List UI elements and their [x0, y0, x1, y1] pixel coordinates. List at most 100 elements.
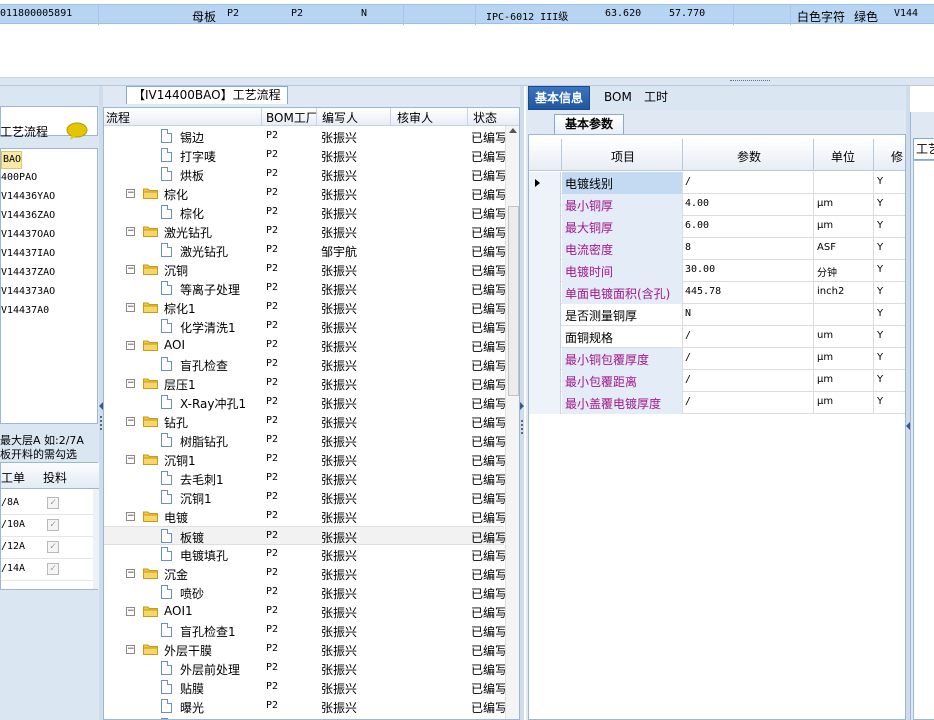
- tab-basic-info[interactable]: 基本信息: [528, 86, 591, 110]
- list-item[interactable]: V14437OAO: [1, 227, 55, 245]
- param-value-cell[interactable]: /: [685, 396, 691, 407]
- tree-row[interactable]: − AOI P2 张振兴 已编写: [104, 336, 505, 355]
- tree-row[interactable]: 喷砂 P2 张振兴 已编写: [104, 583, 505, 602]
- param-row[interactable]: 是否测量铜厚 N Y: [529, 304, 905, 326]
- col-work-order[interactable]: 工单: [1, 469, 25, 486]
- tree-row[interactable]: − 外层干膜 P2 张振兴 已编写: [104, 640, 505, 659]
- feed-checkbox[interactable]: ✓: [47, 497, 59, 509]
- tree-row[interactable]: − 激光钻孔 P2 张振兴 已编写: [104, 222, 505, 241]
- table-row[interactable]: /10A ✓: [1, 515, 93, 537]
- collapse-toggle-icon[interactable]: −: [126, 417, 135, 426]
- tree-row[interactable]: 棕化 P2 张振兴 已编写: [104, 203, 505, 222]
- row-indicator[interactable]: [529, 282, 561, 304]
- tree-row[interactable]: 电镀填孔 P2 张振兴 已编写: [104, 545, 505, 564]
- param-row[interactable]: 最小铜厚 4.00 μm Y: [529, 194, 905, 216]
- table-row[interactable]: /8A ✓: [1, 493, 93, 515]
- param-value-cell[interactable]: /: [685, 330, 691, 341]
- tree-row[interactable]: 显影P2张振兴已编写: [104, 716, 504, 719]
- tree-row[interactable]: − 钻孔 P2 张振兴 已编写: [104, 412, 505, 431]
- list-item[interactable]: V14436YAO: [1, 189, 55, 207]
- tree-row[interactable]: 盲孔检查1 P2 张振兴 已编写: [104, 621, 505, 640]
- row-indicator[interactable]: [529, 392, 561, 414]
- tree-row[interactable]: 等离子处理 P2 张振兴 已编写: [104, 279, 505, 298]
- top-selected-row[interactable]: 011800005891 母板 P2 P2 N IPC-6012 III级 63…: [0, 4, 934, 25]
- row-indicator[interactable]: [529, 304, 561, 326]
- collapse-toggle-icon[interactable]: −: [126, 341, 135, 350]
- tab-bom[interactable]: BOM: [598, 86, 638, 110]
- col-bom[interactable]: BOM工厂: [266, 109, 318, 126]
- col-feed[interactable]: 投料: [43, 469, 67, 486]
- param-row[interactable]: 最小盖覆电镀厚度 / μm Y: [529, 392, 905, 414]
- chat-bubble-icon[interactable]: [66, 122, 88, 140]
- tree-row[interactable]: − 电镀 P2 张振兴 已编写: [104, 507, 505, 526]
- list-item[interactable]: BAO: [1, 151, 23, 169]
- tree-row[interactable]: 树脂钻孔 P2 张振兴 已编写: [104, 431, 505, 450]
- collapse-toggle-icon[interactable]: −: [126, 607, 135, 616]
- collapse-toggle-icon[interactable]: −: [126, 189, 135, 198]
- list-item[interactable]: 400PAO: [1, 170, 37, 188]
- tree-row[interactable]: 锡边 P2 张振兴 已编写: [104, 127, 505, 146]
- list-item[interactable]: V14437A0: [1, 303, 49, 321]
- param-value-cell[interactable]: /: [685, 374, 691, 385]
- tree-row[interactable]: 打字唛 P2 张振兴 已编写: [104, 146, 505, 165]
- tree-row[interactable]: 贴膜 P2 张振兴 已编写: [104, 678, 505, 697]
- list-item[interactable]: V14437IAO: [1, 246, 55, 264]
- row-indicator[interactable]: [529, 238, 561, 260]
- col-unit[interactable]: 单位: [831, 148, 855, 165]
- list-item[interactable]: V14437ZAO: [1, 265, 55, 283]
- feed-checkbox[interactable]: ✓: [47, 519, 59, 531]
- param-value-cell[interactable]: 8: [685, 242, 691, 253]
- param-row[interactable]: 电流密度 8 ASF Y: [529, 238, 905, 260]
- param-row[interactable]: 最小铜包覆厚度 / μm Y: [529, 348, 905, 370]
- horizontal-splitter[interactable]: [0, 78, 934, 86]
- table-row[interactable]: /12A ✓: [1, 537, 93, 559]
- tree-row[interactable]: 烘板 P2 张振兴 已编写: [104, 165, 505, 184]
- tree-row[interactable]: − 沉金 P2 张振兴 已编写: [104, 564, 505, 583]
- tab-work-hours[interactable]: 工时: [638, 86, 674, 110]
- param-value-cell[interactable]: 6.00: [685, 220, 709, 231]
- param-value-cell[interactable]: 4.00: [685, 198, 709, 209]
- tree-row[interactable]: 曝光 P2 张振兴 已编写: [104, 697, 505, 716]
- collapse-toggle-icon[interactable]: −: [126, 512, 135, 521]
- list-item[interactable]: V14437ЗAO: [1, 284, 55, 302]
- param-row[interactable]: 最大铜厚 6.00 μm Y: [529, 216, 905, 238]
- row-indicator[interactable]: [529, 370, 561, 392]
- middle-vertical-splitter[interactable]: [520, 86, 524, 720]
- collapsed-process-tab[interactable]: 工艺: [913, 138, 934, 160]
- tree-row[interactable]: 板镀 P2 张振兴 已编写: [104, 526, 505, 545]
- param-value-cell[interactable]: /: [685, 352, 691, 363]
- feed-checkbox[interactable]: ✓: [47, 541, 59, 553]
- tree-row[interactable]: 沉铜1 P2 张振兴 已编写: [104, 488, 505, 507]
- col-writer[interactable]: 编写人: [322, 109, 358, 126]
- param-row[interactable]: 面铜规格 / um Y: [529, 326, 905, 348]
- col-item[interactable]: 项目: [611, 148, 635, 165]
- param-value-cell[interactable]: 30.00: [685, 264, 715, 275]
- row-indicator[interactable]: [529, 216, 561, 238]
- tree-row[interactable]: − 沉铜 P2 张振兴 已编写: [104, 260, 505, 279]
- tree-row[interactable]: − AOI1 P2 张振兴 已编写: [104, 602, 505, 621]
- row-indicator[interactable]: [529, 172, 561, 194]
- row-indicator[interactable]: [529, 260, 561, 282]
- table-row[interactable]: /14A ✓: [1, 559, 93, 581]
- collapse-toggle-icon[interactable]: −: [126, 645, 135, 654]
- param-value-cell[interactable]: /: [685, 176, 691, 187]
- tab-basic-params[interactable]: 基本参数: [554, 114, 625, 134]
- collapse-toggle-icon[interactable]: −: [126, 379, 135, 388]
- param-row[interactable]: 单面电镀面积(含孔) 445.78 inch2 Y: [529, 282, 905, 304]
- feed-checkbox[interactable]: ✓: [47, 563, 59, 575]
- tree-row[interactable]: 盲孔检查 P2 张振兴 已编写: [104, 355, 505, 374]
- tree-row[interactable]: 激光钻孔 P2 邹宇航 已编写: [104, 241, 505, 260]
- tree-row[interactable]: 化学清洗1 P2 张振兴 已编写: [104, 317, 505, 336]
- col-param[interactable]: 参数: [737, 148, 761, 165]
- param-row[interactable]: 最小包覆距离 / μm Y: [529, 370, 905, 392]
- col-reviewer[interactable]: 核审人: [397, 109, 433, 126]
- tree-row[interactable]: − 沉铜1 P2 张振兴 已编写: [104, 450, 505, 469]
- param-row[interactable]: 电镀线别 / Y: [529, 172, 905, 194]
- tree-row[interactable]: − 棕化 P2 张振兴 已编写: [104, 184, 505, 203]
- col-modify[interactable]: 修: [891, 148, 903, 165]
- row-indicator[interactable]: [529, 348, 561, 370]
- tree-row[interactable]: − 棕化1 P2 张振兴 已编写: [104, 298, 505, 317]
- col-flow[interactable]: 流程: [106, 109, 130, 126]
- tree-scrollbar[interactable]: [505, 126, 519, 719]
- process-flow-tab[interactable]: 【IV14400BAO】工艺流程: [126, 86, 288, 104]
